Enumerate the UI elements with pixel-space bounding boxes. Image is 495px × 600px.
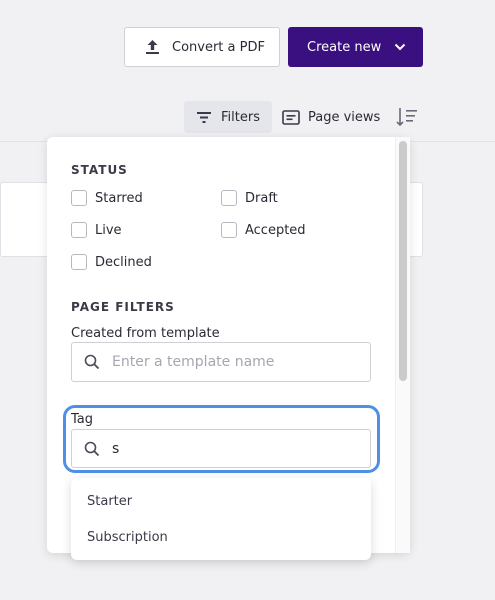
checkbox[interactable] [221, 190, 237, 206]
template-label: Created from template [71, 326, 220, 341]
status-heading: STATUS [71, 163, 128, 177]
filters-button[interactable]: Filters [184, 101, 272, 133]
tag-search-field[interactable] [71, 429, 371, 468]
status-option-declined[interactable]: Declined [71, 254, 152, 270]
status-option-label: Accepted [245, 222, 306, 238]
page-views-button[interactable]: Page views [282, 103, 382, 131]
sort-icon[interactable] [396, 107, 418, 127]
page-views-icon [282, 109, 300, 125]
filters-label: Filters [221, 109, 260, 125]
tag-label: Tag [71, 412, 94, 427]
status-option-label: Draft [245, 190, 278, 206]
status-option-label: Live [95, 222, 122, 238]
template-search-field[interactable] [71, 342, 371, 382]
create-new-label: Create new [307, 39, 382, 55]
tag-suggestion-subscription[interactable]: Subscription [71, 519, 371, 555]
template-search-input[interactable] [112, 354, 362, 370]
search-icon [84, 441, 100, 456]
upload-icon [146, 40, 159, 54]
status-option-accepted[interactable]: Accepted [221, 222, 306, 238]
convert-pdf-button[interactable]: Convert a PDF [124, 27, 280, 67]
page-views-label: Page views [308, 109, 381, 125]
checkbox[interactable] [71, 190, 87, 206]
checkbox[interactable] [71, 254, 87, 270]
status-option-label: Starred [95, 190, 143, 206]
filter-icon [197, 111, 211, 123]
checkbox[interactable] [71, 222, 87, 238]
search-icon [84, 354, 100, 370]
tag-search-input[interactable] [112, 440, 362, 457]
chevron-down-icon [394, 43, 406, 51]
tag-suggestions-dropdown: Starter Subscription [71, 478, 371, 560]
checkbox[interactable] [221, 222, 237, 238]
status-option-label: Declined [95, 254, 152, 270]
page-filters-heading: PAGE FILTERS [71, 300, 175, 314]
panel-scrollbar-thumb[interactable] [399, 141, 407, 381]
tag-suggestion-starter[interactable]: Starter [71, 483, 371, 519]
status-option-draft[interactable]: Draft [221, 190, 278, 206]
status-option-starred[interactable]: Starred [71, 190, 143, 206]
create-new-button[interactable]: Create new [288, 27, 423, 67]
status-option-live[interactable]: Live [71, 222, 122, 238]
convert-pdf-label: Convert a PDF [172, 39, 265, 55]
